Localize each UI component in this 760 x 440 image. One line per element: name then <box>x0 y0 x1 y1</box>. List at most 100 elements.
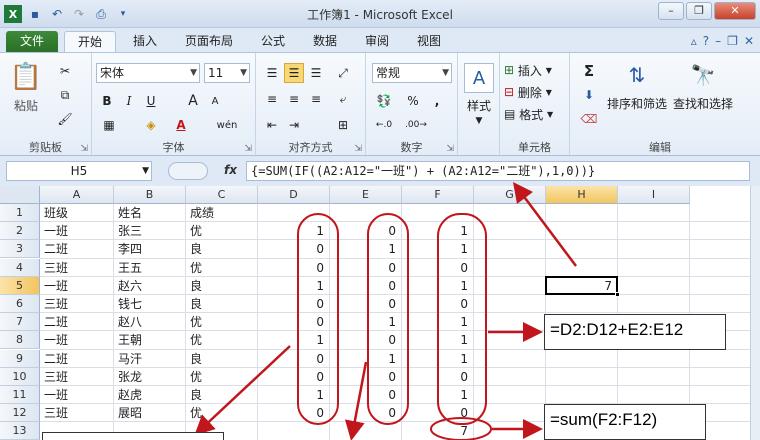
cell-d3[interactable]: 0 <box>258 240 330 258</box>
row-header-7[interactable]: 7 <box>0 313 40 332</box>
workbook-close-icon[interactable]: ✕ <box>744 34 754 48</box>
name-box[interactable]: H5 ▼ <box>6 161 152 181</box>
cell-b1[interactable]: 姓名 <box>114 204 186 222</box>
clear-icon[interactable]: ⌫ <box>576 109 602 129</box>
format-painter-icon[interactable]: 🖌 <box>54 109 76 129</box>
cell-f9[interactable]: 1 <box>402 350 474 368</box>
cell-e7[interactable]: 1 <box>330 313 402 331</box>
cell-f10[interactable]: 0 <box>402 368 474 386</box>
fill-handle[interactable] <box>615 291 620 297</box>
cell-c7[interactable]: 优 <box>186 313 258 331</box>
row-header-12[interactable]: 12 <box>0 404 40 423</box>
paste-icon[interactable]: 📋 <box>8 59 44 95</box>
cell-a9[interactable]: 二班 <box>40 350 114 368</box>
row-header-9[interactable]: 9 <box>0 349 40 368</box>
cell-c8[interactable]: 优 <box>186 331 258 349</box>
column-header-b[interactable]: B <box>114 186 186 204</box>
cell-b8[interactable]: 王朝 <box>114 331 186 349</box>
help-icon[interactable]: ? <box>703 34 709 48</box>
tab-review[interactable]: 审阅 <box>354 31 400 52</box>
close-button[interactable]: ✕ <box>714 2 756 20</box>
copy-icon[interactable]: ⧉ <box>54 85 76 105</box>
vertical-scrollbar[interactable] <box>750 186 760 440</box>
formula-bar-resizer[interactable] <box>168 162 208 180</box>
fill-icon[interactable]: ⬇ <box>576 85 602 105</box>
cell-d10[interactable]: 0 <box>258 368 330 386</box>
column-header-i[interactable]: I <box>618 186 690 204</box>
row-header-10[interactable]: 10 <box>0 367 40 386</box>
align-middle-icon[interactable]: ☰ <box>284 63 304 83</box>
cell-c11[interactable]: 良 <box>186 386 258 404</box>
find-select-button[interactable]: 查找和选择 <box>670 95 736 111</box>
insert-cells-button[interactable]: ⊞ 插入 ▼ <box>504 61 566 79</box>
shrink-font-button[interactable]: A <box>206 91 224 111</box>
cell-d9[interactable]: 0 <box>258 350 330 368</box>
tab-data[interactable]: 数据 <box>302 31 348 52</box>
cell-e4[interactable]: 0 <box>330 259 402 277</box>
number-format-select[interactable]: 常规 ▼ <box>372 63 452 83</box>
column-header-g[interactable]: G <box>474 186 546 204</box>
cell-b10[interactable]: 张龙 <box>114 368 186 386</box>
tab-page-layout[interactable]: 页面布局 <box>174 31 244 52</box>
phonetic-button[interactable]: wén <box>212 115 242 135</box>
wrap-text-icon[interactable]: ⤶ <box>332 89 354 109</box>
cell-e12[interactable]: 0 <box>330 404 402 422</box>
row-header-6[interactable]: 6 <box>0 295 40 313</box>
row-header-13[interactable]: 13 <box>0 422 40 440</box>
cell-a2[interactable]: 一班 <box>40 222 114 240</box>
cut-icon[interactable]: ✂ <box>54 61 76 81</box>
orientation-icon[interactable]: ⤢ <box>332 63 354 83</box>
cell-d5[interactable]: 1 <box>258 277 330 295</box>
styles-icon[interactable]: A <box>464 63 494 93</box>
cell-e8[interactable]: 0 <box>330 331 402 349</box>
decrease-decimal-icon[interactable]: .00→ <box>404 115 428 135</box>
cell-a12[interactable]: 三班 <box>40 404 114 422</box>
cell-e3[interactable]: 1 <box>330 240 402 258</box>
currency-icon[interactable]: 💱 <box>372 91 396 111</box>
cell-d4[interactable]: 0 <box>258 259 330 277</box>
underline-button[interactable]: U <box>142 91 160 111</box>
cell-c2[interactable]: 优 <box>186 222 258 240</box>
cell-c9[interactable]: 良 <box>186 350 258 368</box>
cell-a1[interactable]: 班级 <box>40 204 114 222</box>
cell-c5[interactable]: 良 <box>186 277 258 295</box>
cell-f7[interactable]: 1 <box>402 313 474 331</box>
row-header-1[interactable]: 1 <box>0 204 40 222</box>
insert-function-icon[interactable]: fx <box>224 163 237 177</box>
cell-f2[interactable]: 1 <box>402 222 474 240</box>
align-center-icon[interactable]: ≡ <box>284 89 304 109</box>
tab-formulas[interactable]: 公式 <box>250 31 296 52</box>
format-cells-button[interactable]: ▤ 格式 ▼ <box>504 105 566 123</box>
cell-c1[interactable]: 成绩 <box>186 204 258 222</box>
clipboard-launcher-icon[interactable]: ⇲ <box>80 144 88 154</box>
tab-view[interactable]: 视图 <box>406 31 452 52</box>
font-name-select[interactable]: 宋体 ▼ <box>96 63 200 83</box>
select-all-corner[interactable] <box>0 186 40 204</box>
fill-color-icon[interactable]: ◈ <box>140 115 162 135</box>
cell-a7[interactable]: 二班 <box>40 313 114 331</box>
cell-d11[interactable]: 1 <box>258 386 330 404</box>
cell-e5[interactable]: 0 <box>330 277 402 295</box>
cell-b4[interactable]: 王五 <box>114 259 186 277</box>
cell-e10[interactable]: 0 <box>330 368 402 386</box>
column-header-d[interactable]: D <box>258 186 330 204</box>
cell-f6[interactable]: 0 <box>402 295 474 313</box>
row-header-5[interactable]: 5 <box>0 276 40 295</box>
column-header-h[interactable]: H <box>546 186 618 204</box>
percent-button[interactable]: % <box>404 91 422 111</box>
cell-c6[interactable]: 良 <box>186 295 258 313</box>
cell-f8[interactable]: 1 <box>402 331 474 349</box>
cell-f11[interactable]: 1 <box>402 386 474 404</box>
restore-button[interactable]: ❐ <box>686 2 712 20</box>
cell-b11[interactable]: 赵虎 <box>114 386 186 404</box>
cell-e6[interactable]: 0 <box>330 295 402 313</box>
column-header-c[interactable]: C <box>186 186 258 204</box>
cell-a3[interactable]: 二班 <box>40 240 114 258</box>
cell-b12[interactable]: 展昭 <box>114 404 186 422</box>
cell-d2[interactable]: 1 <box>258 222 330 240</box>
sort-filter-icon[interactable]: ⇅ <box>622 59 652 91</box>
align-left-icon[interactable]: ≡ <box>262 89 282 109</box>
decrease-indent-icon[interactable]: ⇤ <box>262 115 282 135</box>
bold-button[interactable]: B <box>98 91 116 111</box>
font-size-select[interactable]: 11 ▼ <box>204 63 250 83</box>
